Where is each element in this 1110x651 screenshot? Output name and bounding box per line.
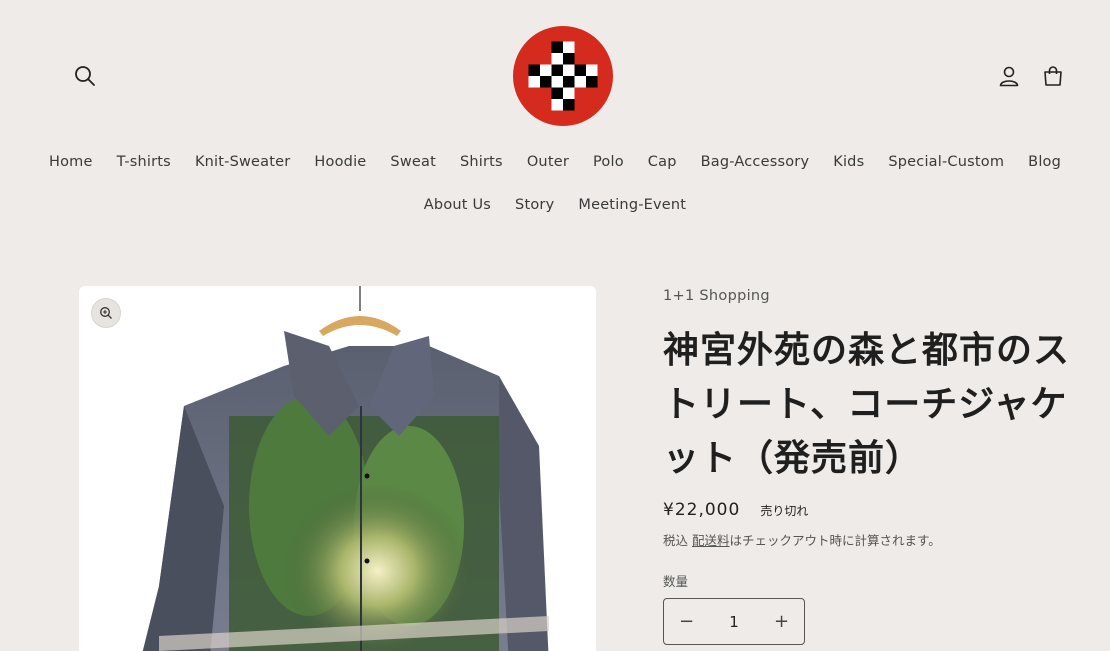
shipping-link[interactable]: 配送料 — [692, 533, 730, 548]
nav-item-tshirts[interactable]: T-shirts — [105, 154, 183, 170]
price-row: ¥22,000 売り切れ — [663, 500, 1073, 520]
main-navigation: Home T-shirts Knit-Sweater Hoodie Sweat … — [0, 154, 1110, 170]
product-info: 1+1 Shopping 神宮外苑の森と都市のストリート、コーチジャケット（発売… — [663, 288, 1073, 645]
nav-item-bag-accessory[interactable]: Bag-Accessory — [689, 154, 822, 170]
nav-item-special-custom[interactable]: Special-Custom — [876, 154, 1016, 170]
nav-item-knit-sweater[interactable]: Knit-Sweater — [183, 154, 302, 170]
nav-item-sweat[interactable]: Sweat — [378, 154, 448, 170]
secondary-navigation: About Us Story Meeting-Event — [0, 197, 1110, 213]
product-vendor: 1+1 Shopping — [663, 288, 770, 304]
product-image-gallery[interactable] — [79, 286, 596, 651]
cart-button[interactable] — [1033, 56, 1073, 96]
quantity-increase-button[interactable]: + — [759, 599, 804, 644]
quantity-label: 数量 — [663, 574, 689, 589]
nav-item-story[interactable]: Story — [503, 197, 566, 213]
site-header — [0, 0, 1110, 140]
nav-item-shirts[interactable]: Shirts — [448, 154, 515, 170]
cart-icon — [1044, 66, 1062, 86]
nav-item-home[interactable]: Home — [37, 154, 105, 170]
nav-item-kids[interactable]: Kids — [821, 154, 876, 170]
sold-out-badge: 売り切れ — [760, 504, 809, 518]
quantity-stepper: − + — [663, 598, 805, 645]
nav-item-polo[interactable]: Polo — [581, 154, 636, 170]
zoom-icon — [100, 307, 112, 319]
quantity-decrease-button[interactable]: − — [664, 599, 709, 644]
nav-item-about-us[interactable]: About Us — [412, 197, 503, 213]
quantity-input[interactable] — [714, 612, 754, 631]
brand-logo[interactable] — [512, 25, 614, 127]
tax-prefix: 税込 — [663, 533, 692, 548]
tax-suffix: はチェックアウト時に計算されます。 — [729, 533, 941, 548]
nav-item-meeting-event[interactable]: Meeting-Event — [566, 197, 698, 213]
product-price: ¥22,000 — [663, 500, 741, 520]
nav-item-outer[interactable]: Outer — [515, 154, 581, 170]
tax-note: 税込 配送料はチェックアウト時に計算されます。 — [663, 530, 1073, 549]
nav-item-hoodie[interactable]: Hoodie — [302, 154, 378, 170]
nav-item-blog[interactable]: Blog — [1016, 154, 1073, 170]
product-photo — [79, 286, 596, 651]
search-icon — [75, 66, 95, 86]
zoom-button[interactable] — [91, 298, 121, 328]
nav-item-cap[interactable]: Cap — [636, 154, 689, 170]
search-button[interactable] — [65, 56, 105, 96]
account-icon — [999, 66, 1019, 87]
account-button[interactable] — [989, 56, 1029, 96]
product-title: 神宮外苑の森と都市のストリート、コーチジャケット（発売前） — [663, 330, 1071, 479]
